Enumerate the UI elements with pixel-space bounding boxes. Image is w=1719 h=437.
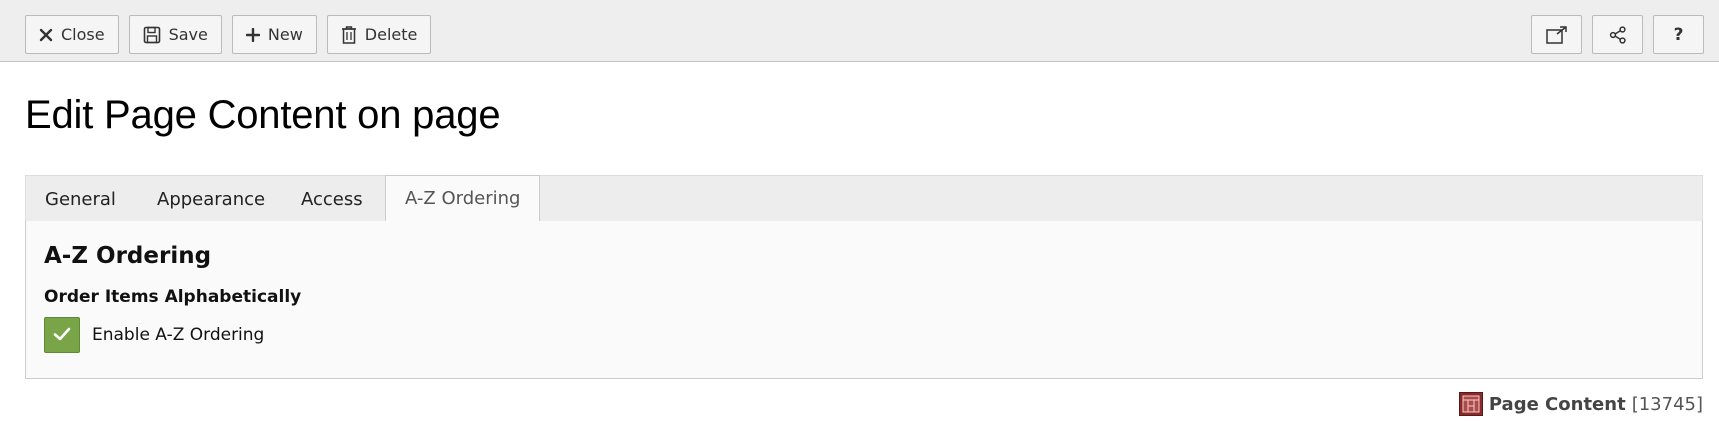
plus-icon bbox=[245, 27, 260, 42]
tab-a-z-ordering[interactable]: A-Z Ordering bbox=[385, 175, 541, 222]
share-icon bbox=[1609, 25, 1627, 44]
tab-appearance[interactable]: Appearance bbox=[138, 176, 284, 222]
tab-panel: A-Z Ordering Order Items Alphabetically … bbox=[25, 221, 1703, 379]
help-icon: ? bbox=[1673, 24, 1684, 45]
external-link-icon bbox=[1545, 25, 1568, 44]
toolbar: Close Save New Delete ? bbox=[0, 0, 1719, 62]
tab-access-label: Access bbox=[301, 188, 363, 210]
save-icon bbox=[143, 26, 161, 44]
content-element-icon bbox=[1458, 392, 1483, 416]
delete-button[interactable]: Delete bbox=[326, 15, 432, 54]
checkmark-icon bbox=[53, 326, 71, 345]
tab-access[interactable]: Access bbox=[282, 176, 382, 222]
save-button-label: Save bbox=[168, 25, 208, 44]
close-icon bbox=[39, 28, 53, 42]
close-button-label: Close bbox=[61, 25, 105, 44]
field-label: Order Items Alphabetically bbox=[44, 287, 302, 307]
help-button[interactable]: ? bbox=[1653, 15, 1704, 54]
close-button[interactable]: Close bbox=[25, 15, 119, 54]
page-title: Edit Page Content on page bbox=[25, 93, 501, 137]
new-button[interactable]: New bbox=[231, 15, 317, 54]
checkbox-label: Enable A-Z Ordering bbox=[92, 325, 265, 345]
new-button-label: New bbox=[267, 25, 303, 44]
record-info: Page Content [13745] bbox=[1458, 392, 1703, 416]
tab-bar: General Appearance Access A-Z Ordering bbox=[25, 175, 1703, 222]
section-heading: A-Z Ordering bbox=[44, 243, 212, 269]
tab-general[interactable]: General bbox=[26, 176, 135, 222]
tab-a-z-ordering-label: A-Z Ordering bbox=[405, 188, 521, 209]
share-button[interactable] bbox=[1592, 15, 1643, 54]
record-type: Page Content bbox=[1488, 393, 1626, 415]
toolbar-right-group: ? bbox=[1531, 15, 1704, 54]
toolbar-left-group: Close Save New Delete bbox=[25, 15, 432, 54]
enable-a-z-ordering-row: Enable A-Z Ordering bbox=[44, 317, 264, 353]
open-external-button[interactable] bbox=[1531, 15, 1582, 54]
delete-button-label: Delete bbox=[364, 25, 418, 44]
tab-general-label: General bbox=[45, 188, 116, 210]
tab-appearance-label: Appearance bbox=[157, 188, 266, 210]
enable-a-z-ordering-checkbox[interactable] bbox=[44, 317, 80, 353]
record-id: [13745] bbox=[1631, 393, 1703, 415]
trash-icon bbox=[341, 25, 357, 44]
save-button[interactable]: Save bbox=[128, 15, 222, 54]
